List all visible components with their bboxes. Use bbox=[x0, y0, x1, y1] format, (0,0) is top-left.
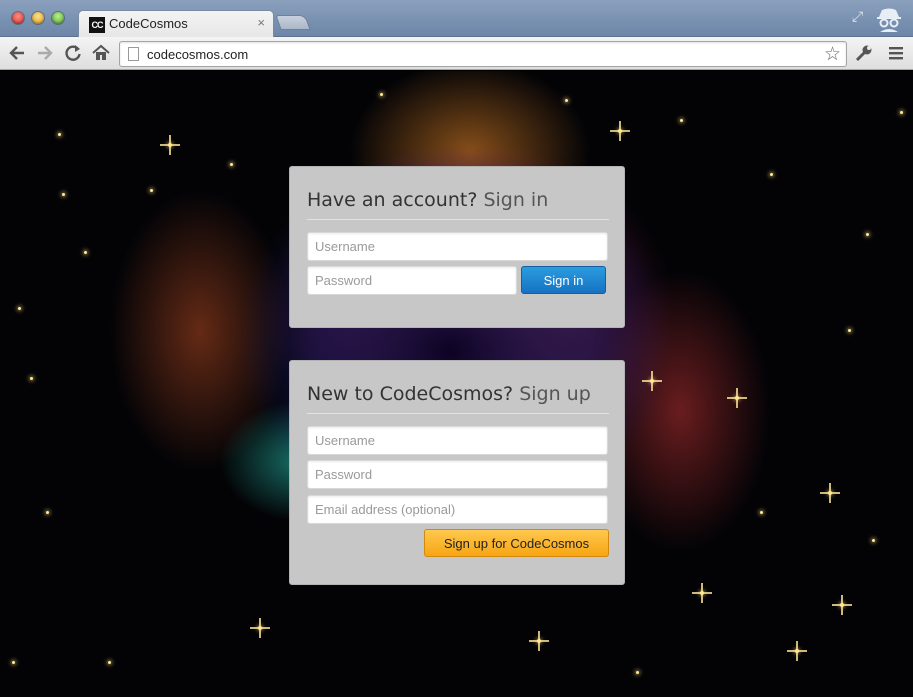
reload-icon[interactable] bbox=[63, 43, 83, 63]
tab-close-icon[interactable]: × bbox=[257, 15, 265, 30]
new-tab-button[interactable] bbox=[275, 15, 311, 30]
signin-heading-strong: Have an account? bbox=[307, 189, 478, 211]
signup-panel: New to CodeCosmos? Sign up Sign up for C… bbox=[289, 360, 625, 585]
browser-toolbar: codecosmos.com ☆ bbox=[0, 37, 913, 70]
signin-button[interactable]: Sign in bbox=[521, 266, 606, 294]
signup-heading-light: Sign up bbox=[519, 383, 591, 405]
tab-title: CodeCosmos bbox=[109, 16, 188, 31]
back-icon[interactable] bbox=[7, 43, 27, 63]
signup-username-input[interactable] bbox=[307, 426, 608, 455]
home-icon[interactable] bbox=[91, 43, 111, 63]
browser-tab-active[interactable]: CC CodeCosmos × bbox=[78, 10, 274, 38]
incognito-icon bbox=[874, 5, 904, 33]
signin-username-input[interactable] bbox=[307, 232, 608, 261]
window-close-button[interactable] bbox=[12, 12, 24, 24]
signup-email-input[interactable] bbox=[307, 495, 608, 524]
wrench-icon[interactable] bbox=[854, 43, 874, 63]
menu-icon[interactable] bbox=[886, 43, 906, 63]
signup-heading-strong: New to CodeCosmos? bbox=[307, 383, 514, 405]
window-maximize-button[interactable] bbox=[52, 12, 64, 24]
address-bar[interactable]: codecosmos.com ☆ bbox=[119, 41, 847, 67]
url-text[interactable]: codecosmos.com bbox=[147, 47, 248, 62]
signin-heading-light: Sign in bbox=[483, 189, 549, 211]
browser-title-bar: CC CodeCosmos × ⤢ bbox=[0, 0, 913, 38]
forward-icon[interactable] bbox=[35, 43, 55, 63]
window-minimize-button[interactable] bbox=[32, 12, 44, 24]
page-viewport: Have an account? Sign in Sign in New to … bbox=[0, 71, 913, 697]
favicon-icon: CC bbox=[89, 17, 105, 33]
bookmark-star-icon[interactable]: ☆ bbox=[824, 43, 841, 66]
signup-button[interactable]: Sign up for CodeCosmos bbox=[424, 529, 609, 557]
restore-icon[interactable]: ⤢ bbox=[852, 8, 868, 24]
signup-password-input[interactable] bbox=[307, 460, 608, 489]
signup-heading: New to CodeCosmos? Sign up bbox=[307, 383, 609, 414]
signin-heading: Have an account? Sign in bbox=[307, 189, 609, 220]
signin-panel: Have an account? Sign in Sign in bbox=[289, 166, 625, 328]
signin-password-input[interactable] bbox=[307, 266, 517, 295]
page-icon bbox=[128, 47, 139, 61]
